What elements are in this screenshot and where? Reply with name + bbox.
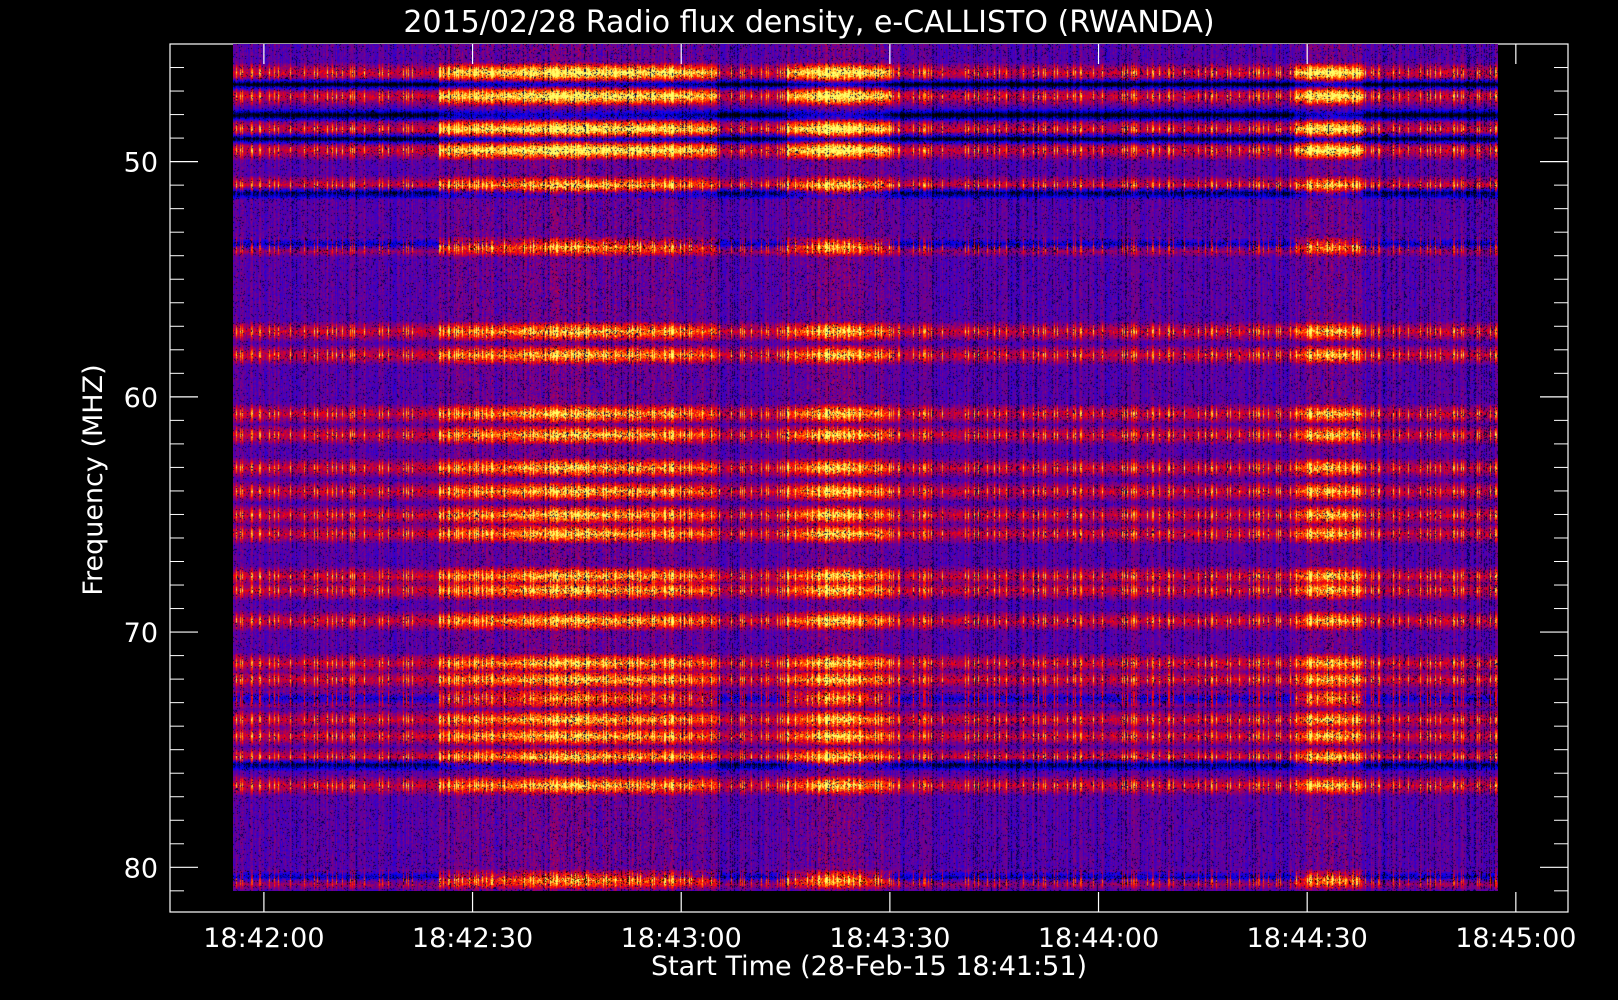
y-tick-label: 70	[124, 618, 158, 649]
spectrogram-chart: 2015/02/28 Radio flux density, e-CALLIST…	[0, 0, 1618, 1000]
y-tick-label: 50	[124, 148, 158, 179]
heatmap	[232, 44, 1499, 891]
x-tick-label: 18:45:00	[1455, 923, 1576, 954]
x-tick-label: 18:42:00	[203, 923, 324, 954]
heatmap-image	[232, 44, 1499, 891]
x-tick-label: 18:43:00	[621, 923, 742, 954]
y-tick-label: 60	[124, 383, 158, 414]
x-tick-label: 18:43:30	[829, 923, 950, 954]
x-tick-label: 18:44:30	[1247, 923, 1368, 954]
y-tick-label: 80	[124, 853, 158, 884]
chart-title: 2015/02/28 Radio flux density, e-CALLIST…	[403, 5, 1214, 40]
x-axis-title: Start Time (28-Feb-15 18:41:51)	[651, 951, 1087, 982]
x-tick-label: 18:44:00	[1038, 923, 1159, 954]
y-axis-title: Frequency (MHZ)	[78, 364, 109, 595]
x-tick-label: 18:42:30	[412, 923, 533, 954]
